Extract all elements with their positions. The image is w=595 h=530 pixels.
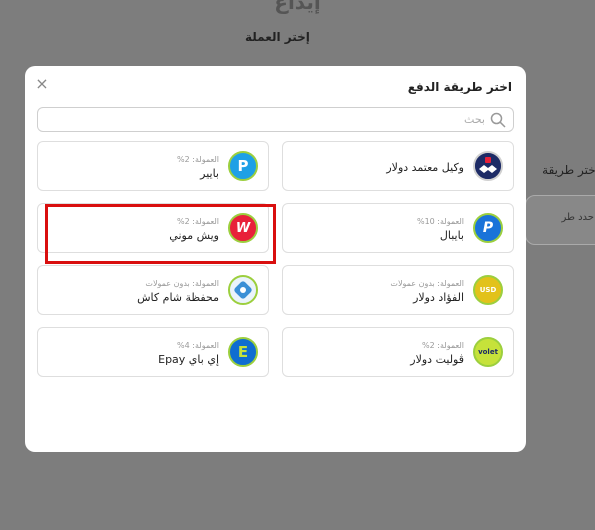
method-name: إي باي Epay [158,353,219,366]
paypal-icon: P [473,213,503,243]
method-card-volet[interactable]: volet العمولة: 2% ڤوليت دولار [282,327,514,377]
method-commission: العمولة: 2% [422,341,464,350]
method-commission: العمولة: بدون عمولات [145,279,219,288]
payment-method-select[interactable]: حدد طر [525,195,595,245]
method-name: ڤوليت دولار [410,353,464,366]
method-name: محفظة شام كاش [137,291,219,304]
search-input[interactable] [38,108,513,131]
method-card-epay[interactable]: E العمولة: 4% إي باي Epay [37,327,269,377]
alfouad-icon: USD [473,275,503,305]
method-commission: العمولة: 4% [177,341,219,350]
method-name: بايير [200,167,219,180]
selection-highlight [45,204,276,264]
method-card-shamcash[interactable]: العمولة: بدون عمولات محفظة شام كاش [37,265,269,315]
handshake-agent-icon [473,151,503,181]
method-card-agent-dollar[interactable]: وكيل معتمد دولار [282,141,514,191]
search-icon [490,112,506,128]
page-title: إيداع [274,0,321,14]
close-icon[interactable]: × [35,76,49,92]
search-field [37,107,514,132]
method-card-paypal[interactable]: P العمولة: 10% بايبال [282,203,514,253]
method-commission: العمولة: بدون عمولات [390,279,464,288]
volet-icon: volet [473,337,503,367]
currency-label: إختر العملة [245,30,310,44]
method-name: وكيل معتمد دولار [386,161,464,174]
method-card-alfouad[interactable]: USD العمولة: بدون عمولات الفؤاد دولار [282,265,514,315]
method-commission: العمولة: 10% [416,217,464,226]
method-commission: العمولة: 2% [177,155,219,164]
shamcash-icon [228,275,258,305]
method-name: بايبال [439,229,464,242]
epay-icon: E [228,337,258,367]
payeer-icon: P [228,151,258,181]
payment-method-label: إختر طريقة [542,163,595,177]
method-name: الفؤاد دولار [413,291,464,304]
method-card-payeer[interactable]: P العمولة: 2% بايير [37,141,269,191]
modal-title: اختر طريقة الدفع [407,80,512,94]
